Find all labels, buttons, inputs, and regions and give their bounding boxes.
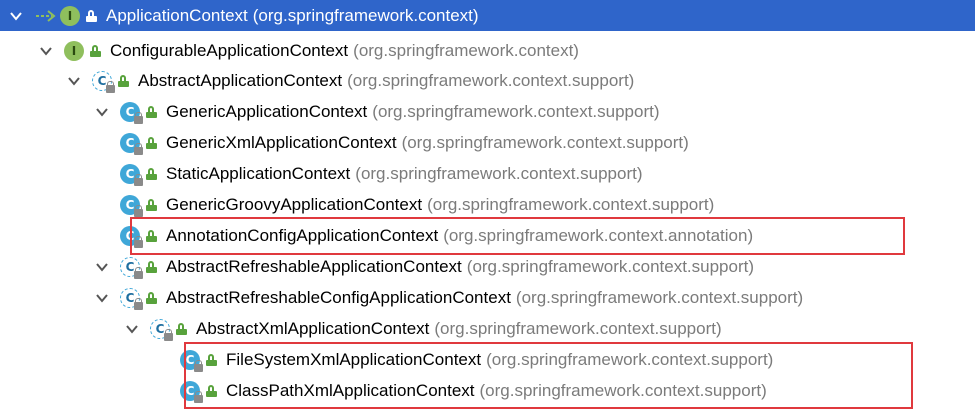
package-name: (org.springframework.context.support) <box>515 288 804 307</box>
class-name: ConfigurableApplicationContext <box>110 41 349 60</box>
tree-node[interactable]: C ClassPathXmlApplicationContext (org.spri… <box>0 376 975 406</box>
class-name: ClassPathXmlApplicationContext <box>226 381 475 400</box>
package-name: (org.springframework.context.annotation) <box>443 226 754 245</box>
chevron-down-icon[interactable] <box>8 8 24 24</box>
class-icon: C <box>120 225 143 248</box>
class-icon: C <box>180 380 203 403</box>
lock-icon <box>134 205 143 217</box>
public-access-icon <box>146 291 158 305</box>
tree-node[interactable]: C GenericXmlApplicationContext (org.spring… <box>0 128 975 158</box>
lock-icon <box>134 267 143 279</box>
lock-icon <box>134 174 143 186</box>
lock-icon <box>106 81 115 93</box>
public-access-icon <box>176 322 188 336</box>
class-name: AbstractRefreshableConfigApplicationCont… <box>166 288 511 307</box>
class-name: GenericXmlApplicationContext <box>166 133 397 152</box>
class-name: AnnotationConfigApplicationContext <box>166 226 439 245</box>
package-name: (org.springframework.context.support) <box>466 257 755 276</box>
public-access-icon <box>146 105 158 119</box>
tree-node[interactable]: C GenericApplicationContext (org.springfra… <box>0 97 975 127</box>
tree-node[interactable]: I ConfigurableApplicationContext (org.spri… <box>0 36 975 66</box>
lock-icon <box>164 329 173 341</box>
tree-node[interactable]: C AbstractRefreshableApplicationContext (o… <box>0 252 975 282</box>
tree-node[interactable]: C StaticApplicationContext (org.springfram… <box>0 159 975 189</box>
lock-icon <box>134 143 143 155</box>
class-icon: C <box>120 194 143 217</box>
class-icon: C <box>120 132 143 155</box>
tree-node[interactable]: C FileSystemXmlApplicationContext (org.spr… <box>0 345 975 375</box>
abstract-class-icon: C <box>150 318 173 341</box>
class-icon: C <box>180 349 203 372</box>
package-name: (org.springframework.context) <box>353 41 579 60</box>
package-name: (org.springframework.context.support) <box>401 133 689 152</box>
class-name: FileSystemXmlApplicationContext <box>226 350 482 369</box>
public-access-icon <box>146 260 158 274</box>
public-access-icon <box>146 229 158 243</box>
class-name: ApplicationContext <box>106 5 248 25</box>
package-name: (org.springframework.context) <box>252 5 479 25</box>
chevron-down-icon[interactable] <box>66 73 82 89</box>
class-name: StaticApplicationContext <box>166 164 351 183</box>
package-name: (org.springframework.context.support) <box>427 195 715 214</box>
tree-node[interactable]: C AbstractRefreshableConfigApplicationCon… <box>0 283 975 313</box>
public-access-icon <box>146 198 158 212</box>
tree-node[interactable]: I ApplicationContext (org.springframework.… <box>0 0 975 31</box>
lock-icon <box>194 360 203 372</box>
abstract-class-icon: C <box>120 256 143 279</box>
tree-node[interactable]: C AbstractApplicationContext (org.springfr… <box>0 66 975 96</box>
lock-icon <box>134 112 143 124</box>
tree-node[interactable]: C AnnotationConfigApplicationContext (org.… <box>0 221 975 251</box>
chevron-down-icon[interactable] <box>38 43 54 59</box>
package-name: (org.springframework.context.support) <box>347 71 635 90</box>
public-access-icon <box>206 384 218 398</box>
package-name: (org.springframework.context.support) <box>479 381 767 400</box>
class-icon: C <box>120 101 143 124</box>
package-name: (org.springframework.context.support) <box>372 102 660 121</box>
abstract-class-icon: C <box>120 287 143 310</box>
class-name: AbstractApplicationContext <box>138 71 343 90</box>
package-name: (org.springframework.context.support) <box>486 350 774 369</box>
package-name: (org.springframework.context.support) <box>434 319 722 338</box>
class-name: GenericGroovyApplicationContext <box>166 195 423 214</box>
abstract-class-icon: C <box>92 70 115 93</box>
tree-node[interactable]: C GenericGroovyApplicationContext (org.spr… <box>0 190 975 220</box>
package-name: (org.springframework.context.support) <box>355 164 643 183</box>
public-access-icon <box>86 9 98 23</box>
public-access-icon <box>146 136 158 150</box>
interface-icon: I <box>60 5 82 27</box>
public-access-icon <box>118 74 130 88</box>
public-access-icon <box>206 353 218 367</box>
public-access-icon <box>146 167 158 181</box>
interface-icon: I <box>64 40 86 62</box>
class-name: AbstractRefreshableApplicationContext <box>166 257 462 276</box>
class-hierarchy-tree: I ApplicationContext (org.springframework.… <box>0 0 975 415</box>
class-icon: C <box>120 163 143 186</box>
chevron-down-icon[interactable] <box>124 321 140 337</box>
chevron-down-icon[interactable] <box>94 104 110 120</box>
chevron-down-icon[interactable] <box>94 259 110 275</box>
class-name: AbstractXmlApplicationContext <box>196 319 430 338</box>
tree-node[interactable]: C AbstractXmlApplicationContext (org.sprin… <box>0 314 975 344</box>
lock-icon <box>134 298 143 310</box>
lock-icon <box>194 391 203 403</box>
lock-icon <box>134 236 143 248</box>
public-access-icon <box>90 44 102 58</box>
implements-arrow-icon <box>34 8 60 24</box>
class-name: GenericApplicationContext <box>166 102 368 121</box>
chevron-down-icon[interactable] <box>94 290 110 306</box>
